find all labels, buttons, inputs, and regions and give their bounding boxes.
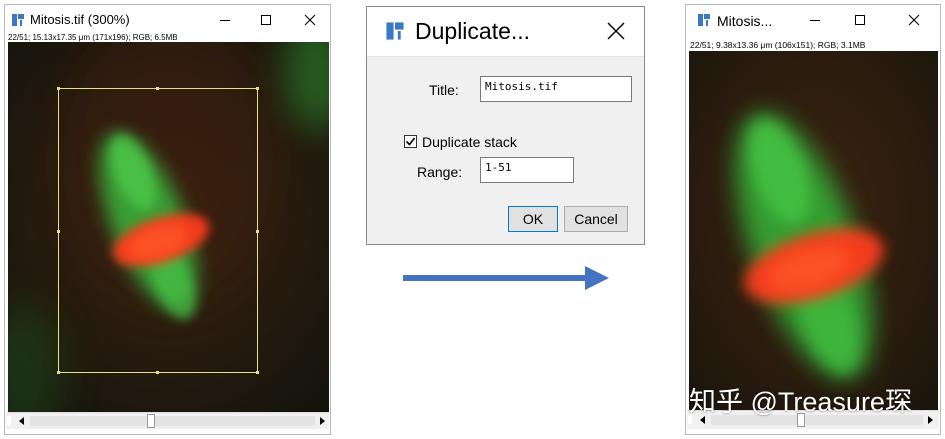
cancel-button[interactable]: Cancel: [564, 206, 628, 232]
scroll-right-button[interactable]: [315, 414, 329, 428]
range-label: Range:: [417, 164, 463, 180]
left-window-titlebar[interactable]: Mitosis.tif (300%): [5, 5, 330, 35]
range-input[interactable]: 1-51: [480, 157, 574, 183]
watermark-text: 知乎 @Treasure琛: [689, 387, 912, 417]
right-window-title: Mitosis...: [717, 13, 773, 29]
dialog-title: Duplicate...: [415, 18, 531, 44]
title-input[interactable]: Mitosis.tif: [480, 76, 632, 102]
close-button[interactable]: [296, 8, 324, 32]
imagej-app-icon: [385, 21, 405, 41]
arrow-left-icon: [19, 417, 24, 425]
minimize-icon: [220, 20, 230, 21]
dialog-titlebar[interactable]: Duplicate...: [367, 7, 644, 57]
duplicate-dialog: Duplicate... Title: Mitosis.tif Duplicat…: [366, 6, 645, 245]
imagej-app-icon: [11, 13, 25, 27]
scroll-left-button[interactable]: [15, 414, 29, 428]
imagej-app-icon: [697, 13, 711, 27]
duplicated-mitosis-image: [689, 51, 938, 412]
right-window-titlebar[interactable]: Mitosis...: [686, 5, 940, 35]
ok-button[interactable]: OK: [508, 206, 558, 232]
roi-selection-rectangle[interactable]: [8, 42, 329, 412]
scroll-thumb[interactable]: [147, 414, 155, 428]
image-canvas[interactable]: [689, 51, 938, 412]
scroll-right-button[interactable]: [923, 413, 937, 427]
maximize-button[interactable]: [252, 8, 280, 32]
minimize-icon: [810, 20, 820, 21]
original-image-window: Mitosis.tif (300%) 22/51; 15.13x17.35 μm…: [4, 4, 331, 435]
result-arrow-icon: [403, 266, 609, 290]
scroll-track[interactable]: [30, 416, 315, 426]
image-info-line: 22/51; 9.38x13.36 μm (106x151); RGB; 3.1…: [690, 40, 866, 50]
duplicate-stack-label[interactable]: Duplicate stack: [422, 134, 517, 150]
stack-slice-scrollbar[interactable]: [6, 412, 329, 429]
stack-animation-toggle[interactable]: [7, 416, 11, 426]
arrow-right-icon: [928, 416, 933, 424]
title-label: Title:: [429, 82, 459, 98]
minimize-button[interactable]: [211, 8, 239, 32]
duplicate-stack-checkbox[interactable]: [404, 135, 417, 148]
close-button[interactable]: [900, 8, 928, 32]
image-canvas[interactable]: [8, 42, 329, 412]
close-icon: [908, 14, 920, 26]
left-window-title: Mitosis.tif (300%): [30, 12, 130, 27]
maximize-icon: [855, 15, 865, 25]
duplicated-image-window: Mitosis... 22/51; 9.38x13.36 μm (106x151…: [685, 4, 941, 435]
checkmark-icon: [405, 137, 416, 146]
image-info-line: 22/51; 15.13x17.35 μm (171x196); RGB; 6.…: [8, 33, 178, 42]
close-icon: [304, 14, 316, 26]
arrow-right-icon: [320, 417, 325, 425]
maximize-button[interactable]: [846, 8, 874, 32]
maximize-icon: [261, 15, 271, 25]
dialog-close-button[interactable]: [602, 19, 630, 43]
close-icon: [607, 22, 625, 40]
minimize-button[interactable]: [801, 8, 829, 32]
